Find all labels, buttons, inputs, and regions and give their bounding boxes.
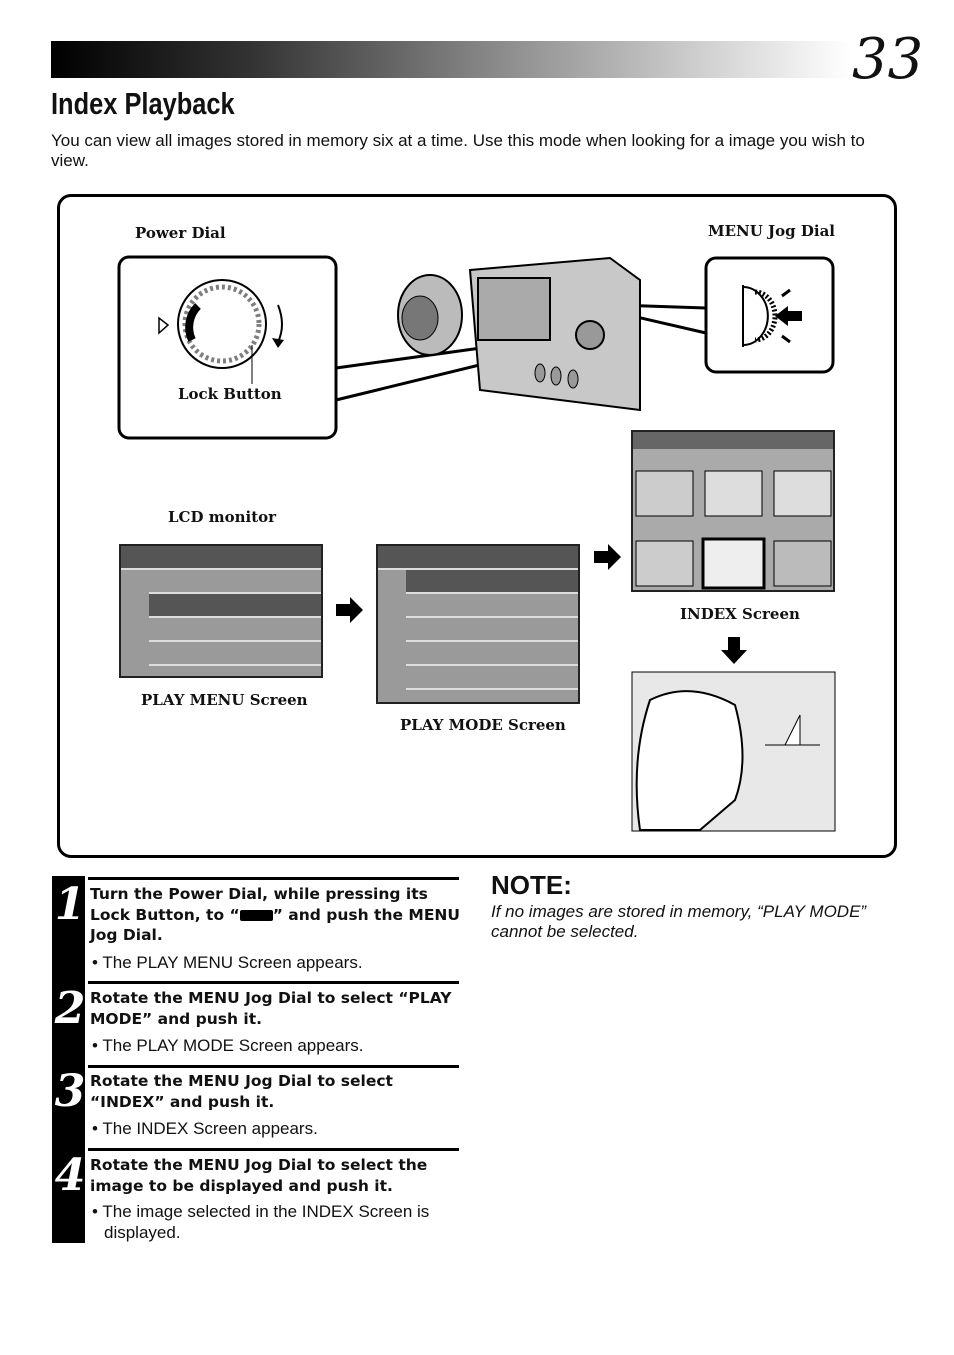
step-number: 4 — [54, 1150, 86, 1201]
label-play-mode-screen: PLAY MODE Screen — [400, 716, 566, 734]
step-instruction: Rotate the MENU Jog Dial to select “INDE… — [90, 1072, 393, 1111]
divider — [88, 1148, 459, 1151]
displayed-image — [631, 671, 836, 832]
camera-icon — [397, 256, 641, 412]
arrow-right-icon — [594, 544, 621, 570]
step-result: • The PLAY MENU Screen appears. — [92, 953, 363, 972]
label-index-screen: INDEX Screen — [680, 605, 800, 623]
play-menu-screen — [119, 544, 323, 678]
divider — [88, 877, 459, 880]
step-instruction: Rotate the MENU Jog Dial to select the i… — [90, 1156, 428, 1195]
step-instruction: Turn the Power Dial, while pressing its … — [90, 885, 460, 944]
step-result: • The INDEX Screen appears. — [92, 1119, 318, 1138]
step-instruction: Rotate the MENU Jog Dial to select “PLAY… — [90, 989, 452, 1028]
divider — [88, 1065, 459, 1068]
step-result: • The image selected in the INDEX Screen… — [92, 1202, 430, 1242]
note-heading: NOTE: — [491, 870, 572, 900]
note-text: If no images are stored in memory, “PLAY… — [491, 902, 867, 941]
camera-illustration — [117, 255, 836, 832]
jog-dial-callout — [704, 256, 835, 374]
label-lock-button: Lock Button — [178, 385, 282, 403]
play-mode-symbol-icon — [239, 909, 273, 921]
step-number: 1 — [54, 879, 86, 930]
arrow-down-icon — [721, 637, 747, 664]
label-play-menu-screen: PLAY MENU Screen — [141, 691, 308, 709]
step-result: • The PLAY MODE Screen appears. — [92, 1036, 364, 1055]
label-power-dial: Power Dial — [135, 224, 226, 242]
arrow-right-icon — [336, 597, 363, 623]
index-screen — [631, 430, 835, 592]
divider — [88, 981, 459, 984]
step-number: 2 — [54, 983, 86, 1034]
label-menu-jog-dial: MENU Jog Dial — [708, 222, 835, 240]
label-lcd-monitor: LCD monitor — [168, 508, 277, 526]
play-mode-screen — [376, 544, 580, 704]
step-number: 3 — [54, 1066, 86, 1117]
